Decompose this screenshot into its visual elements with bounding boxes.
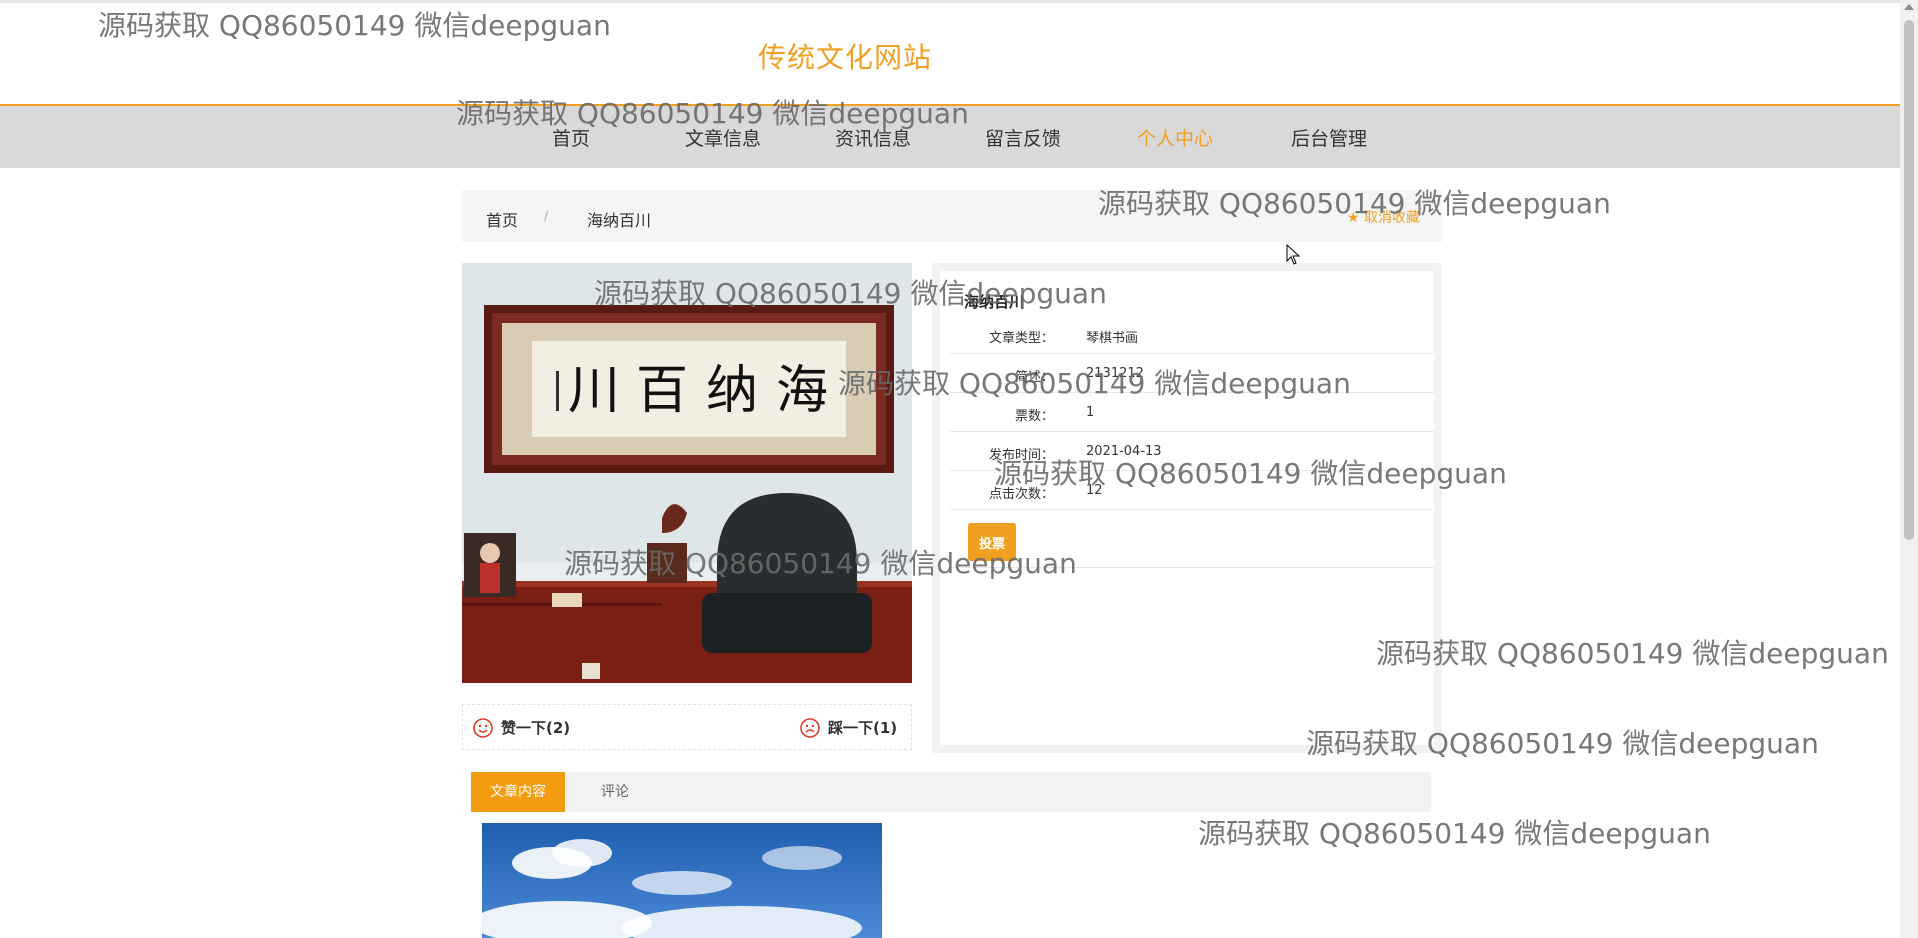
svg-text:川: 川 xyxy=(568,361,620,421)
article-image: 海 纳 百 川 xyxy=(462,263,912,683)
dislike-label: 踩一下(1) xyxy=(828,719,898,737)
scroll-up-arrow-icon[interactable] xyxy=(1904,4,1914,10)
detail-value: 琴棋书画 xyxy=(1086,331,1139,346)
breadcrumb-home[interactable]: 首页 xyxy=(486,207,518,231)
detail-row: 简述： 2131212 xyxy=(950,354,1434,393)
like-button[interactable]: 赞一下(2) xyxy=(473,717,570,738)
breadcrumb: 首页 / 海纳百川 ★ 取消收藏 xyxy=(462,190,1442,242)
svg-text:百: 百 xyxy=(636,361,688,421)
watermark: 源码获取 QQ86050149 微信deepguan xyxy=(1376,637,1889,670)
dislike-button[interactable]: 踩一下(1) xyxy=(800,717,897,738)
site-title: 传统文化网站 xyxy=(758,41,933,74)
frown-icon xyxy=(800,717,820,738)
watermark: 源码获取 QQ86050149 微信deepguan xyxy=(1198,817,1711,850)
article-title: 海纳百川 xyxy=(964,293,1025,311)
unfavorite-label: 取消收藏 xyxy=(1364,210,1420,226)
detail-label: 票数： xyxy=(1014,409,1054,424)
star-icon: ★ xyxy=(1346,210,1360,226)
nav-feedback[interactable]: 留言反馈 xyxy=(985,124,1061,151)
detail-value: 2021-04-13 xyxy=(1086,444,1162,459)
detail-row: 发布时间： 2021-04-13 xyxy=(950,432,1434,471)
article-content-image xyxy=(482,823,882,938)
nav-articles[interactable]: 文章信息 xyxy=(685,124,761,151)
detail-row: 票数： 1 xyxy=(950,393,1434,432)
tab-comments[interactable]: 评论 xyxy=(582,772,648,812)
vertical-scrollbar[interactable] xyxy=(1900,0,1918,938)
content-tabs: 文章内容 评论 xyxy=(471,772,1431,812)
scrollbar-thumb[interactable] xyxy=(1904,20,1914,540)
nav-personal-center[interactable]: 个人中心 xyxy=(1137,124,1213,151)
detail-value: 12 xyxy=(1086,483,1103,498)
svg-text:纳: 纳 xyxy=(706,361,758,421)
breadcrumb-separator: / xyxy=(544,209,549,223)
watermark: 源码获取 QQ86050149 微信deepguan xyxy=(98,9,611,42)
detail-value: 2131212 xyxy=(1086,366,1144,381)
unfavorite-button[interactable]: ★ 取消收藏 xyxy=(1347,207,1420,227)
detail-row: 文章类型： 琴棋书画 xyxy=(950,315,1434,354)
nav-admin[interactable]: 后台管理 xyxy=(1291,124,1367,151)
mouse-cursor-icon xyxy=(1286,244,1301,265)
detail-row: 点击次数： 12 xyxy=(950,471,1434,510)
nav-news[interactable]: 资讯信息 xyxy=(835,124,911,151)
navbar xyxy=(0,106,1900,168)
svg-text:海: 海 xyxy=(776,361,828,421)
nav-home[interactable]: 首页 xyxy=(552,124,590,151)
vote-row xyxy=(950,515,1434,568)
like-label: 赞一下(2) xyxy=(501,719,571,737)
detail-value: 1 xyxy=(1086,405,1095,420)
smile-icon xyxy=(473,717,493,738)
tab-article-content[interactable]: 文章内容 xyxy=(471,772,565,812)
breadcrumb-current: 海纳百川 xyxy=(587,211,652,230)
detail-label: 简述： xyxy=(1014,370,1054,385)
detail-label: 发布时间： xyxy=(988,448,1054,463)
article-detail-panel: 海纳百川 文章类型： 琴棋书画 简述： 2131212 票数： 1 发布时间： … xyxy=(932,263,1442,753)
detail-label: 文章类型： xyxy=(988,331,1054,346)
top-border xyxy=(0,0,1900,3)
detail-label: 点击次数： xyxy=(988,487,1054,502)
reaction-bar: 赞一下(2) 踩一下(1) xyxy=(462,704,912,750)
